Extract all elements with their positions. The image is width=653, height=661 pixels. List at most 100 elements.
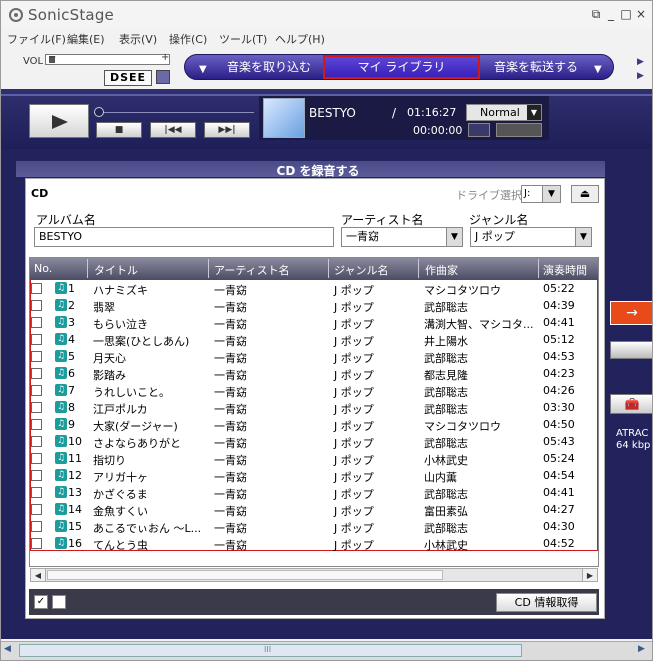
table-row[interactable]: ♫ 12 アリガ十ヶ 一青窈 J ポップ 山内薫 04:54	[31, 467, 597, 484]
column-header-no[interactable]: No.	[34, 262, 52, 275]
table-row[interactable]: ♫ 7 うれしいこと。 一青窈 J ポップ 武部聡志 04:26	[31, 382, 597, 399]
dsee-toggle[interactable]	[156, 70, 170, 84]
menu-operation[interactable]: 操作(C)	[169, 31, 207, 47]
transfer-music-tab[interactable]: 音楽を転送する ▼	[482, 57, 610, 77]
menu-file[interactable]: ファイル(F)	[7, 31, 66, 47]
track-checkbox[interactable]	[31, 521, 42, 532]
table-row[interactable]: ♫ 2 翡翠 一青窈 J ポップ 武部聡志 04:39	[31, 297, 597, 314]
menu-help[interactable]: ヘルプ(H)	[275, 31, 325, 47]
track-checkbox[interactable]	[31, 283, 42, 294]
track-duration: 03:30	[543, 401, 575, 414]
column-divider[interactable]	[87, 259, 88, 278]
close-button[interactable]: ×	[634, 7, 648, 21]
column-header-composer[interactable]: 作曲家	[425, 262, 458, 278]
toolbox-button[interactable]: 🧰	[610, 394, 652, 414]
album-name-input[interactable]: BESTYO	[34, 227, 334, 247]
track-number: 1	[68, 282, 75, 295]
track-checkbox[interactable]	[31, 504, 42, 515]
track-checkbox[interactable]	[31, 300, 42, 311]
table-row[interactable]: ♫ 6 影踏み 一青窈 J ポップ 都志見隆 04:23	[31, 365, 597, 382]
track-composer: 武部聡志	[424, 403, 468, 416]
previous-button[interactable]: |◀◀	[150, 122, 196, 138]
table-row[interactable]: ♫ 13 かざぐるま 一青窈 J ポップ 武部聡志 04:41	[31, 484, 597, 501]
my-library-tab[interactable]: マイ ライブラリ	[323, 55, 480, 79]
sonicstage-logo-icon	[9, 8, 23, 22]
track-checkbox[interactable]	[31, 334, 42, 345]
import-music-tab[interactable]: ▼ 音楽を取り込む	[187, 57, 322, 77]
table-row[interactable]: ♫ 4 一思案(ひとしあん) 一青窈 J ポップ 井上陽水 05:12	[31, 331, 597, 348]
track-checkbox[interactable]	[31, 470, 42, 481]
column-divider[interactable]	[418, 259, 419, 278]
track-checkbox[interactable]	[31, 351, 42, 362]
track-genre: J ポップ	[334, 352, 374, 365]
minimize-button[interactable]: _	[604, 7, 618, 21]
artist-name-select[interactable]: 一青窈 ▼	[341, 227, 463, 247]
menu-view[interactable]: 表示(V)	[119, 31, 157, 47]
play-mode-select[interactable]: Normal ▼	[466, 104, 542, 121]
track-checkbox[interactable]	[31, 487, 42, 498]
column-header-title[interactable]: タイトル	[94, 262, 138, 278]
play-button[interactable]	[29, 104, 89, 138]
track-title: うれしいこと。	[93, 386, 170, 399]
display-mode-button[interactable]	[468, 123, 490, 137]
maximize-button[interactable]: □	[619, 7, 633, 21]
artist-name-value: 一青窈	[346, 230, 379, 243]
track-checkbox[interactable]	[31, 317, 42, 328]
menu-edit[interactable]: 編集(E)	[67, 31, 105, 47]
transfer-arrow-button[interactable]: →	[610, 301, 652, 325]
track-checkbox[interactable]	[31, 385, 42, 396]
scroll-right-icon[interactable]: ▶	[582, 568, 598, 582]
table-row[interactable]: ♫ 9 大家(ダージャー) 一青窈 J ポップ マシコタツロウ 04:50	[31, 416, 597, 433]
stop-button[interactable]: ■	[96, 122, 142, 138]
table-row[interactable]: ♫ 10 さよならありがと 一青窈 J ポップ 武部聡志 05:43	[31, 433, 597, 450]
column-divider[interactable]	[328, 259, 329, 278]
column-header-genre[interactable]: ジャンル名	[334, 262, 388, 278]
side-arrow-icon[interactable]: ▶	[637, 71, 644, 81]
table-row[interactable]: ♫ 3 もらい泣き 一青窈 J ポップ 溝渕大智、マシコタ... 04:41	[31, 314, 597, 331]
scrollbar-thumb[interactable]	[47, 570, 443, 580]
track-checkbox[interactable]	[31, 453, 42, 464]
eject-button[interactable]: ⏏	[571, 185, 599, 203]
track-checkbox[interactable]	[31, 368, 42, 379]
scroll-left-icon[interactable]: ◀	[4, 644, 11, 654]
next-button[interactable]: ▶▶|	[204, 122, 250, 138]
track-genre: J ポップ	[334, 369, 374, 382]
genre-name-select[interactable]: J ポップ ▼	[470, 227, 592, 247]
column-header-artist[interactable]: アーティスト名	[214, 262, 290, 278]
track-checkbox[interactable]	[31, 538, 42, 549]
table-row[interactable]: ♫ 11 指切り 一青窈 J ポップ 小林武史 05:24	[31, 450, 597, 467]
scroll-left-icon[interactable]: ◀	[30, 568, 46, 582]
format-codec: ATRAC	[616, 428, 649, 439]
column-divider[interactable]	[208, 259, 209, 278]
drive-select[interactable]: J: ▼	[521, 185, 561, 203]
window-scrollbar-thumb[interactable]: III	[19, 644, 522, 657]
music-note-icon: ♫	[55, 520, 67, 532]
track-number: 2	[68, 299, 75, 312]
scroll-right-icon[interactable]: ▶	[638, 644, 645, 654]
dsee-button[interactable]: DSEE	[104, 70, 152, 86]
column-divider[interactable]	[538, 259, 539, 278]
menu-tools[interactable]: ツール(T)	[219, 31, 267, 47]
table-row[interactable]: ♫ 1 ハナミズキ 一青窈 J ポップ マシコタツロウ 05:22	[31, 280, 597, 297]
table-row[interactable]: ♫ 8 江戸ポルカ 一青窈 J ポップ 武部聡志 03:30	[31, 399, 597, 416]
table-row[interactable]: ♫ 16 てんとう虫 一青窈 J ポップ 小林武史 04:52	[31, 535, 597, 552]
volume-slider[interactable]	[45, 54, 170, 65]
cd-info-button[interactable]: CD 情報取得	[496, 593, 597, 612]
deselect-all-checkbox[interactable]	[52, 595, 66, 609]
column-header-duration[interactable]: 演奏時間	[543, 262, 587, 278]
restore-icon[interactable]: ⧉	[589, 7, 603, 21]
table-row[interactable]: ♫ 14 金魚すくい 一青窈 J ポップ 富田素弘 04:27	[31, 501, 597, 518]
track-checkbox[interactable]	[31, 419, 42, 430]
select-all-checkbox[interactable]: ✓	[34, 595, 48, 609]
track-artist: 一青窈	[214, 335, 247, 348]
table-row[interactable]: ♫ 15 あこるでぃおん 〜L... 一青窈 J ポップ 武部聡志 04:30	[31, 518, 597, 535]
visualizer-button[interactable]	[496, 123, 542, 137]
slider-button[interactable]	[610, 341, 652, 359]
seek-track[interactable]	[94, 112, 254, 113]
track-checkbox[interactable]	[31, 402, 42, 413]
table-row[interactable]: ♫ 5 月天心 一青窈 J ポップ 武部聡志 04:53	[31, 348, 597, 365]
side-arrow-icon[interactable]: ▶	[637, 57, 644, 67]
seek-knob[interactable]	[94, 107, 104, 117]
genre-name-value: J ポップ	[475, 230, 515, 243]
track-checkbox[interactable]	[31, 436, 42, 447]
